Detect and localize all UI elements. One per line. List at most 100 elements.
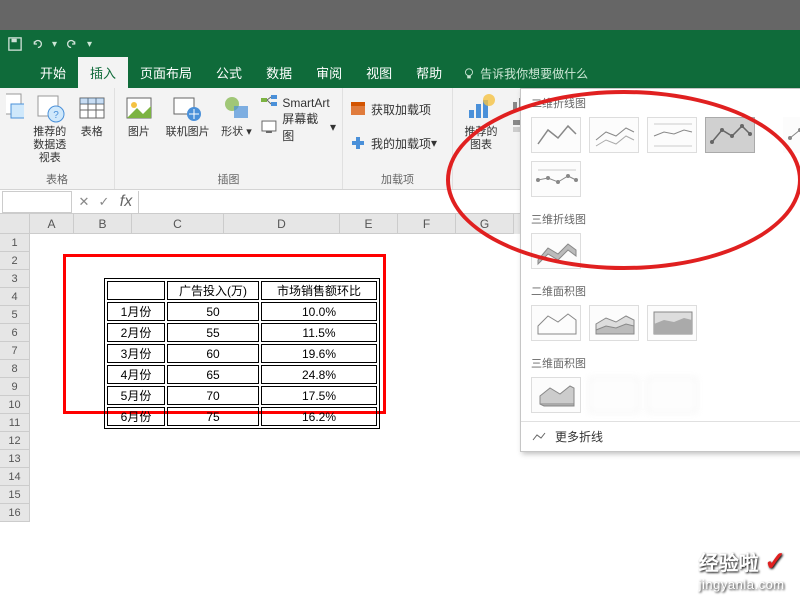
name-box[interactable]: [2, 191, 72, 213]
column-header-A[interactable]: A: [30, 214, 74, 234]
table-cell[interactable]: 24.8%: [261, 365, 377, 384]
online-picture-button[interactable]: 联机图片: [163, 92, 213, 139]
tell-me-search[interactable]: 告诉我你想要做什么: [462, 65, 588, 88]
column-header-C[interactable]: C: [132, 214, 224, 234]
quick-access-toolbar: ▾ ▾: [0, 30, 800, 58]
table-cell[interactable]: 65: [167, 365, 259, 384]
column-header-B[interactable]: B: [74, 214, 132, 234]
tab-help[interactable]: 帮助: [404, 57, 454, 88]
table-cell[interactable]: 50: [167, 302, 259, 321]
row-header-15[interactable]: 15: [0, 486, 30, 504]
table-header-cell: 市场销售额环比: [261, 281, 377, 300]
line-chart-option-2[interactable]: [589, 117, 639, 153]
group-label-addins: 加载项: [349, 171, 446, 187]
row-header-7[interactable]: 7: [0, 342, 30, 360]
row-header-6[interactable]: 6: [0, 324, 30, 342]
row-header-3[interactable]: 3: [0, 270, 30, 288]
tab-view[interactable]: 视图: [354, 57, 404, 88]
screenshot-button[interactable]: 屏幕截图 ▾: [260, 116, 336, 138]
redo-icon[interactable]: [65, 37, 79, 51]
row-header-2[interactable]: 2: [0, 252, 30, 270]
dropdown-section-3d-area: 三维面积图: [521, 349, 800, 373]
line-stacked-icon: [592, 120, 636, 150]
table-cell[interactable]: 10.0%: [261, 302, 377, 321]
group-label-tables: 表格: [6, 171, 108, 187]
row-header-5[interactable]: 5: [0, 306, 30, 324]
pivot-table-button-partial[interactable]: [6, 92, 24, 124]
table-cell[interactable]: 75: [167, 407, 259, 426]
addins-icon: [349, 134, 367, 152]
table-cell[interactable]: 60: [167, 344, 259, 363]
3d-line-option[interactable]: [531, 233, 581, 269]
line-markers-icon: [708, 120, 752, 150]
row-header-1[interactable]: 1: [0, 234, 30, 252]
row-header-13[interactable]: 13: [0, 450, 30, 468]
area-chart-option-2[interactable]: [589, 305, 639, 341]
column-header-F[interactable]: F: [398, 214, 456, 234]
table-cell[interactable]: 5月份: [107, 386, 165, 405]
tab-page-layout[interactable]: 页面布局: [128, 57, 204, 88]
row-header-12[interactable]: 12: [0, 432, 30, 450]
table-cell[interactable]: 16.2%: [261, 407, 377, 426]
table-cell[interactable]: 3月份: [107, 344, 165, 363]
table-cell[interactable]: 19.6%: [261, 344, 377, 363]
line-basic-icon: [534, 120, 578, 150]
table-cell[interactable]: 11.5%: [261, 323, 377, 342]
row-header-16[interactable]: 16: [0, 504, 30, 522]
row-header-4[interactable]: 4: [0, 288, 30, 306]
row-header-8[interactable]: 8: [0, 360, 30, 378]
area-chart-option-1[interactable]: [531, 305, 581, 341]
tab-data[interactable]: 数据: [254, 57, 304, 88]
my-addins-button[interactable]: 我的加载项 ▾: [349, 132, 446, 154]
3d-area-option-2[interactable]: [589, 377, 639, 413]
table-cell[interactable]: 70: [167, 386, 259, 405]
table-header-cell: [107, 281, 165, 300]
area-chart-option-3[interactable]: [647, 305, 697, 341]
tab-insert[interactable]: 插入: [78, 57, 128, 88]
3d-area-option-3[interactable]: [647, 377, 697, 413]
tab-review[interactable]: 审阅: [304, 57, 354, 88]
line-100stacked-icon: [650, 120, 694, 150]
undo-icon[interactable]: [30, 37, 44, 51]
dropdown-section-2d-area: 二维面积图: [521, 277, 800, 301]
tab-home[interactable]: 开始: [28, 57, 78, 88]
group-label-illustrations: 插图: [121, 171, 336, 187]
formula-enter-icon[interactable]: ✓: [94, 194, 114, 210]
table-button[interactable]: 表格: [76, 92, 108, 139]
line-chart-option-4-selected[interactable]: [705, 117, 755, 153]
column-header-G[interactable]: G: [456, 214, 514, 234]
column-header-E[interactable]: E: [340, 214, 398, 234]
row-header-14[interactable]: 14: [0, 468, 30, 486]
save-icon[interactable]: [8, 37, 22, 51]
3d-area-option-1[interactable]: [531, 377, 581, 413]
more-line-charts[interactable]: 更多折线: [521, 421, 800, 451]
row-header-9[interactable]: 9: [0, 378, 30, 396]
recommended-pivot-button[interactable]: ? 推荐的 数据透视表: [30, 92, 70, 165]
table-cell[interactable]: 2月份: [107, 323, 165, 342]
table-cell[interactable]: 1月份: [107, 302, 165, 321]
recommended-charts-button[interactable]: 推荐的 图表: [459, 92, 503, 152]
table-header-cell: 广告投入(万): [167, 281, 259, 300]
picture-icon: [123, 92, 155, 124]
fx-icon[interactable]: fx: [114, 193, 138, 211]
line-chart-option-5-partial[interactable]: [783, 117, 800, 153]
tab-formulas[interactable]: 公式: [204, 57, 254, 88]
line-chart-option-6[interactable]: [531, 161, 581, 197]
column-header-D[interactable]: D: [224, 214, 340, 234]
svg-text:?: ?: [53, 110, 59, 121]
recommended-pivot-icon: ?: [34, 92, 66, 124]
table-cell[interactable]: 4月份: [107, 365, 165, 384]
row-header-10[interactable]: 10: [0, 396, 30, 414]
table-cell[interactable]: 6月份: [107, 407, 165, 426]
row-header-11[interactable]: 11: [0, 414, 30, 432]
area-basic-icon: [534, 308, 578, 338]
get-addins-button[interactable]: 获取加载项: [349, 98, 446, 120]
line-chart-option-3[interactable]: [647, 117, 697, 153]
shapes-button[interactable]: 形状 ▾: [219, 92, 255, 139]
line-chart-option-1[interactable]: [531, 117, 581, 153]
table-cell[interactable]: 55: [167, 323, 259, 342]
picture-button[interactable]: 图片: [121, 92, 157, 139]
line-stacked-markers-icon: [786, 120, 800, 150]
formula-cancel-icon[interactable]: ✕: [74, 194, 94, 210]
table-cell[interactable]: 17.5%: [261, 386, 377, 405]
